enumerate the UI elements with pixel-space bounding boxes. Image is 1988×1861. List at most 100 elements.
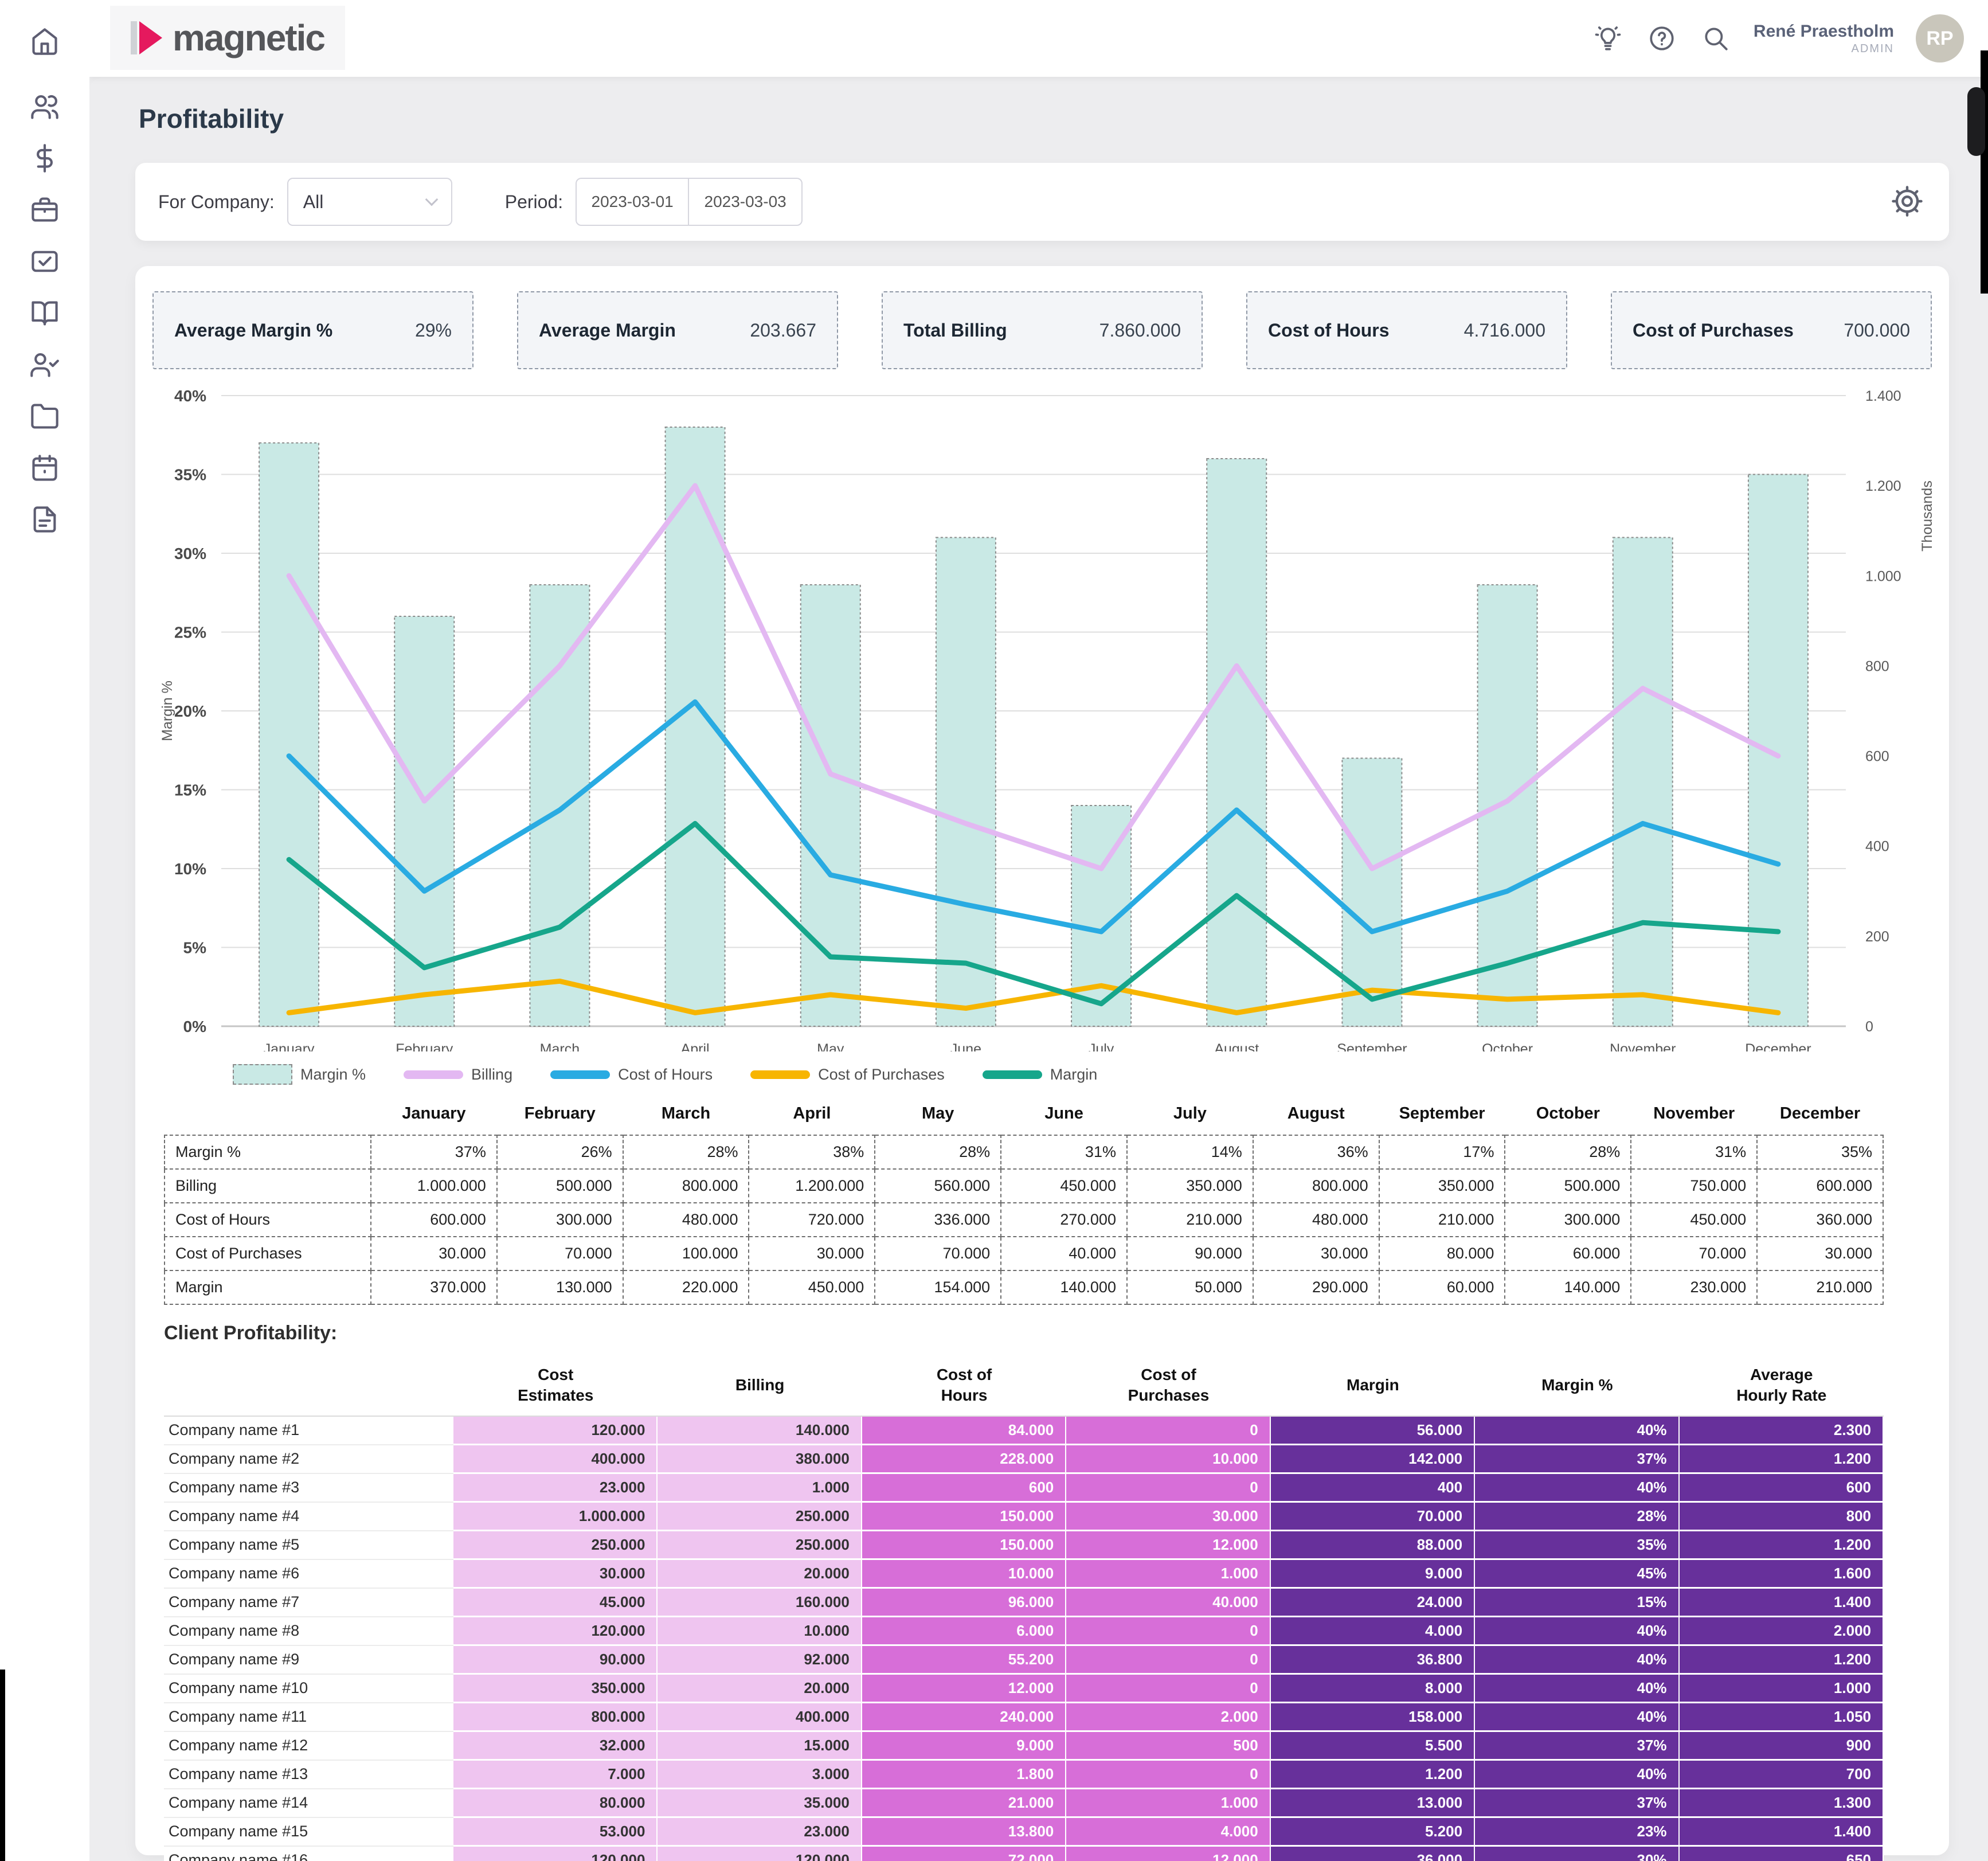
date-from-input[interactable]: 2023-03-01 [577, 179, 690, 225]
table-cell: 2.000 [1066, 1703, 1271, 1732]
month-header: June [1044, 1104, 1083, 1123]
table-cell: 250.000 [658, 1502, 862, 1531]
svg-text:November: November [1610, 1041, 1676, 1051]
sidebar-item-home[interactable] [29, 25, 61, 57]
table-row: Company name #1 120.000 140.000 84.000 0 56.0… [164, 1416, 1884, 1445]
legend-label: Cost of Hours [618, 1065, 713, 1083]
kpi-value: 7.860.000 [1099, 319, 1181, 341]
kpi-value: 29% [414, 319, 452, 341]
company-name-cell: Company name #16 [164, 1846, 453, 1861]
table-cell: 120.000 [658, 1846, 862, 1861]
table-cell: 800.000 [1252, 1168, 1380, 1203]
svg-text:30%: 30% [174, 545, 206, 562]
table-cell: 140.000 [1504, 1270, 1632, 1305]
table-cell: 400 [1270, 1473, 1476, 1503]
table-cell: 4.000 [1270, 1617, 1476, 1646]
table-row: Cost of Hours 600.000 300.000 480.000 720.00… [164, 1202, 1884, 1237]
svg-text:25%: 25% [174, 624, 206, 642]
search-button[interactable] [1700, 22, 1732, 54]
sidebar-item-finance[interactable] [29, 142, 61, 174]
table-cell: 31% [1000, 1135, 1128, 1170]
topbar-actions: René Praestholm ADMIN RP [1592, 0, 1964, 77]
table-cell: 1.200 [1679, 1445, 1884, 1474]
company-name-cell: Company name #14 [164, 1789, 453, 1818]
sidebar-item-reports[interactable] [29, 503, 61, 535]
table-cell: 40% [1475, 1703, 1680, 1732]
avatar[interactable]: RP [1916, 14, 1964, 62]
svg-text:Margin %: Margin % [159, 681, 175, 741]
ideas-button[interactable] [1592, 22, 1624, 54]
help-button[interactable] [1646, 22, 1678, 54]
table-cell: 250.000 [453, 1531, 658, 1560]
user-check-icon [30, 353, 59, 377]
table-cell: 120.000 [453, 1416, 658, 1445]
svg-text:Thousands: Thousands [1919, 480, 1935, 552]
table-cell: 23.000 [658, 1817, 862, 1847]
sidebar-item-team[interactable] [29, 91, 61, 123]
scrollbar-thumb[interactable] [1967, 87, 1985, 156]
user-menu[interactable]: René Praestholm ADMIN [1754, 21, 1894, 57]
home-icon [32, 28, 57, 55]
table-cell: 28% [1475, 1502, 1680, 1531]
sidebar-item-knowledge[interactable] [29, 297, 61, 329]
main-content: Profitability For Company: All Period: 2… [89, 77, 1988, 1861]
kpi-value: 203.667 [750, 319, 816, 341]
table-row: Company name #6 30.000 20.000 10.000 1.000 9.… [164, 1559, 1884, 1589]
table-cell: 20.000 [658, 1559, 862, 1589]
company-name-cell: Company name #7 [164, 1588, 453, 1617]
legend-label: Cost of Purchases [818, 1065, 945, 1083]
table-cell: 240.000 [862, 1703, 1067, 1732]
app-logo[interactable]: magnetic [110, 6, 345, 70]
table-cell: 35% [1756, 1135, 1884, 1170]
scrollbar-track [1981, 50, 1988, 294]
svg-text:December: December [1745, 1041, 1811, 1051]
sidebar-item-schedule[interactable] [29, 452, 61, 484]
settings-button[interactable] [1888, 183, 1926, 221]
table-cell: 750.000 [1630, 1168, 1758, 1203]
svg-text:600: 600 [1865, 749, 1889, 765]
sidebar-item-files[interactable] [29, 400, 61, 432]
table-cell: 56.000 [1270, 1416, 1476, 1445]
table-cell: 5.500 [1270, 1731, 1476, 1761]
company-select[interactable]: All [287, 178, 452, 226]
table-cell: 15.000 [658, 1731, 862, 1761]
row-label: Margin % [164, 1135, 371, 1170]
check-square-icon [32, 251, 58, 272]
table-cell: 88.000 [1270, 1531, 1476, 1560]
table-row: Company name #4 1.000.000 250.000 150.000 30… [164, 1502, 1884, 1531]
sidebar-item-clients[interactable] [29, 349, 61, 381]
table-cell: 290.000 [1252, 1270, 1380, 1305]
table-cell: 72.000 [862, 1846, 1067, 1861]
table-cell: 140.000 [1000, 1270, 1128, 1305]
table-cell: 40% [1475, 1674, 1680, 1703]
profitability-chart: 0% 5% 10% 15% 20% 25% 30% 35% 40% 0 200 400 600 800 1.… [147, 375, 1938, 1057]
table-cell: 450.000 [1000, 1168, 1128, 1203]
company-name-cell: Company name #12 [164, 1731, 453, 1761]
table-cell: 30.000 [1252, 1236, 1380, 1271]
svg-text:200: 200 [1865, 929, 1889, 945]
month-header: February [524, 1104, 596, 1123]
gear-icon [1892, 185, 1923, 217]
sidebar-item-tasks[interactable] [29, 245, 61, 277]
month-header: December [1779, 1104, 1861, 1123]
kpi-label: Average Margin % [174, 319, 333, 341]
table-cell: 1.050 [1679, 1703, 1884, 1732]
table-cell: 720.000 [748, 1202, 876, 1237]
chart-legend: Margin % Billing Cost of Hours Cost of Purc… [233, 1064, 1097, 1085]
table-cell: 0 [1066, 1645, 1271, 1675]
table-cell: 0 [1066, 1674, 1271, 1703]
table-cell: 1.300 [1679, 1789, 1884, 1818]
table-cell: 90.000 [453, 1645, 658, 1675]
table-row: Margin 370.000 130.000 220.000 450.000 154.00… [164, 1270, 1884, 1305]
date-to-input[interactable]: 2023-03-03 [689, 179, 801, 225]
table-cell: 7.000 [453, 1760, 658, 1789]
sidebar-item-projects[interactable] [29, 194, 61, 226]
month-header: July [1173, 1104, 1207, 1123]
table-row: Company name #9 90.000 92.000 55.200 0 36.800… [164, 1645, 1884, 1675]
row-label: Cost of Hours [164, 1202, 371, 1237]
calendar-icon [32, 455, 57, 481]
table-cell: 23.000 [453, 1473, 658, 1503]
month-header: April [793, 1104, 831, 1123]
kpi-average-margin: Average Margin 203.667 [517, 291, 838, 369]
logo-text: magnetic [173, 17, 326, 58]
